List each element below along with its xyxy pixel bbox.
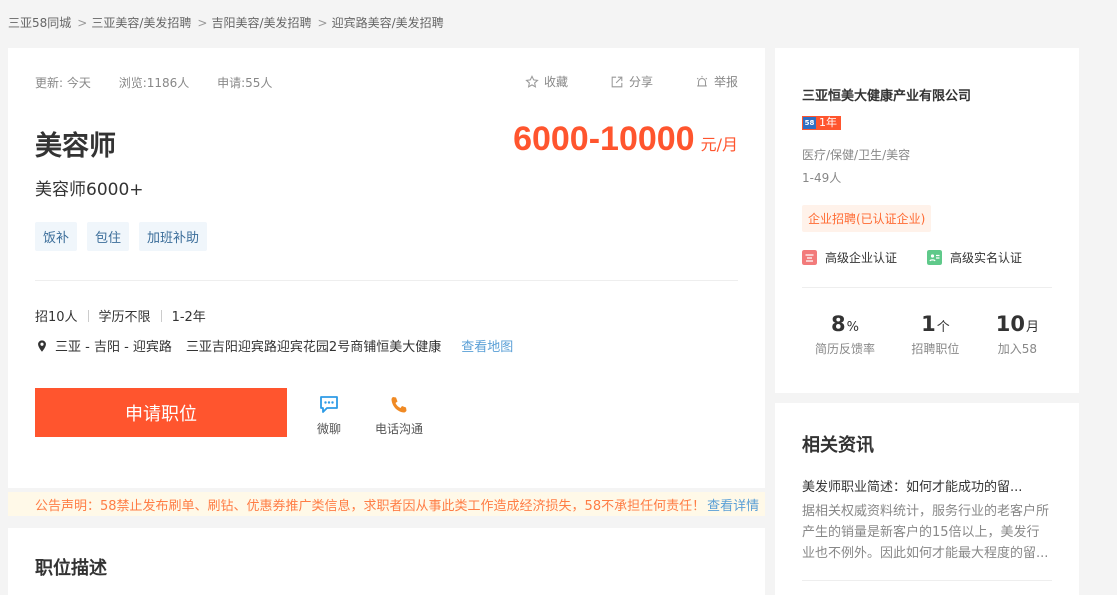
view-count: 浏览:1186人 xyxy=(118,76,190,90)
star-icon xyxy=(525,74,539,88)
stat-label: 加入58 xyxy=(997,342,1038,356)
job-meta: 更新: 今天 浏览:1186人 申请:55人 xyxy=(35,74,296,91)
verification-enterprise: 高级企业认证 xyxy=(802,249,897,266)
section-title: 相关资讯 xyxy=(802,435,874,456)
report-label: 举报 xyxy=(713,75,738,89)
section-title: 职位描述 xyxy=(35,558,107,579)
breadcrumb-item-city[interactable]: 三亚58同城 xyxy=(8,16,71,30)
favorite-label: 收藏 xyxy=(543,75,568,89)
job-requirements: 招10人 学历不限 1-2年 xyxy=(35,306,206,325)
breadcrumb-separator: > xyxy=(77,16,88,30)
update-time: 更新: 今天 xyxy=(35,76,91,90)
job-subtitle: 美容师6000+ xyxy=(35,180,144,200)
related-news-card: 相关资讯 美发师职业简述：如何才能成功的留... 据相关权威资料统计，服务行业的… xyxy=(775,403,1079,595)
company-name[interactable]: 三亚恒美大健康产业有限公司 xyxy=(802,85,971,104)
stat-value: 8 xyxy=(831,312,846,336)
notice-text: 公告声明：58禁止发布刷单、刷钻、优惠券推广类信息，求职者因从事此类工作造成经济… xyxy=(35,498,706,514)
divider xyxy=(802,287,1052,288)
membership-years: 1年 xyxy=(816,117,840,129)
breadcrumb-item-category[interactable]: 三亚美容/美发招聘 xyxy=(91,16,191,30)
stat-unit: 月 xyxy=(1025,320,1039,335)
separator xyxy=(160,309,162,322)
salary: 6000-10000 元/月 xyxy=(513,120,738,159)
company-size: 1-49人 xyxy=(802,171,842,185)
report-button[interactable]: 举报 xyxy=(695,73,738,90)
notice-more-link[interactable]: 查看详情 xyxy=(707,495,759,514)
job-title: 美容师 xyxy=(35,131,116,162)
stat-value: 1 xyxy=(921,312,936,336)
job-description-card: 职位描述 xyxy=(8,528,765,595)
benefit-tag: 加班补助 xyxy=(139,222,208,251)
share-icon xyxy=(611,76,623,87)
apply-button[interactable]: 申请职位 xyxy=(35,388,287,437)
location-pin-icon xyxy=(38,339,46,352)
verification-list: 高级企业认证 高级实名认证 xyxy=(802,249,1022,266)
enterprise-verify-icon xyxy=(802,250,817,265)
membership-badge: 58 1年 xyxy=(802,116,841,130)
experience: 1-2年 xyxy=(171,310,206,325)
stat-unit: % xyxy=(846,320,859,335)
education: 学历不限 xyxy=(98,310,151,325)
breadcrumb: 三亚58同城 > 三亚美容/美发招聘 > 吉阳美容/美发招聘 > 迎宾路美容/美发招聘 xyxy=(8,14,444,31)
stat-label: 招聘职位 xyxy=(911,342,960,356)
stat-joined: 10月 加入58 xyxy=(996,312,1039,357)
stat-unit: 个 xyxy=(936,320,950,335)
view-map-link[interactable]: 查看地图 xyxy=(461,336,513,355)
news-headline-link[interactable]: 美发师职业简述：如何才能成功的留... xyxy=(802,476,1050,495)
favorite-button[interactable]: 收藏 xyxy=(525,73,568,90)
job-address: 三亚 - 吉阳 - 迎宾路 三亚吉阳迎宾路迎宾花园2号商铺恒美大健康 查看地图 xyxy=(35,336,513,355)
alarm-icon xyxy=(696,75,708,86)
salary-value: 6000-10000 xyxy=(513,120,695,158)
verification-realname: 高级实名认证 xyxy=(927,249,1022,266)
breadcrumb-separator: > xyxy=(197,16,208,30)
share-button[interactable]: 分享 xyxy=(610,73,653,90)
street-address: 三亚吉阳迎宾路迎宾花园2号商铺恒美大健康 xyxy=(185,340,442,355)
job-actions: 收藏 分享 举报 xyxy=(525,73,738,90)
notice-bar: 公告声明：58禁止发布刷单、刷钻、优惠券推广类信息，求职者因从事此类工作造成经济… xyxy=(8,492,765,516)
benefit-tag: 饭补 xyxy=(35,222,78,251)
chat-bubble-icon xyxy=(320,396,338,413)
separator xyxy=(87,309,89,322)
breadcrumb-separator: > xyxy=(317,16,328,30)
job-card: 更新: 今天 浏览:1186人 申请:55人 收藏 分享 举报 美容师 6000… xyxy=(8,48,765,488)
brand-logo-icon: 58 xyxy=(803,117,816,129)
benefit-tags: 饭补 包住 加班补助 xyxy=(35,222,208,251)
phone-label: 电话沟通 xyxy=(375,422,424,436)
news-excerpt: 据相关权威资料统计，服务行业的老客户所产生的销量是新客户的15倍以上，美发行业也… xyxy=(802,504,1050,561)
salary-unit: 元/月 xyxy=(700,135,738,154)
verification-label: 高级实名认证 xyxy=(950,251,1023,265)
certification-badge: 企业招聘(已认证企业) xyxy=(802,205,932,232)
stat-open-positions: 1个 招聘职位 xyxy=(911,312,959,357)
phone-icon xyxy=(391,397,407,413)
divider xyxy=(35,280,738,281)
stat-feedback-rate: 8% 简历反馈率 xyxy=(815,312,875,357)
phone-button[interactable]: 电话沟通 xyxy=(375,394,423,437)
stat-value: 10 xyxy=(995,312,1025,336)
company-stats: 8% 简历反馈率 1个 招聘职位 10月 加入58 xyxy=(802,312,1052,357)
chat-button[interactable]: 微聊 xyxy=(317,394,341,437)
headcount: 招10人 xyxy=(35,310,78,325)
chat-label: 微聊 xyxy=(317,422,342,436)
apply-count: 申请:55人 xyxy=(217,76,273,90)
breadcrumb-item-street[interactable]: 迎宾路美容/美发招聘 xyxy=(332,16,444,30)
location-area: 三亚 - 吉阳 - 迎宾路 xyxy=(55,340,172,355)
stat-label: 简历反馈率 xyxy=(815,342,876,356)
benefit-tag: 包住 xyxy=(87,222,130,251)
id-card-icon xyxy=(927,250,943,265)
company-industry: 医疗/保健/卫生/美容 xyxy=(802,148,911,162)
company-card: 三亚恒美大健康产业有限公司 58 1年 医疗/保健/卫生/美容 1-49人 企业招… xyxy=(775,48,1079,393)
verification-label: 高级企业认证 xyxy=(825,251,898,265)
share-label: 分享 xyxy=(628,75,653,89)
divider xyxy=(802,580,1052,581)
breadcrumb-item-district[interactable]: 吉阳美容/美发招聘 xyxy=(211,16,311,30)
